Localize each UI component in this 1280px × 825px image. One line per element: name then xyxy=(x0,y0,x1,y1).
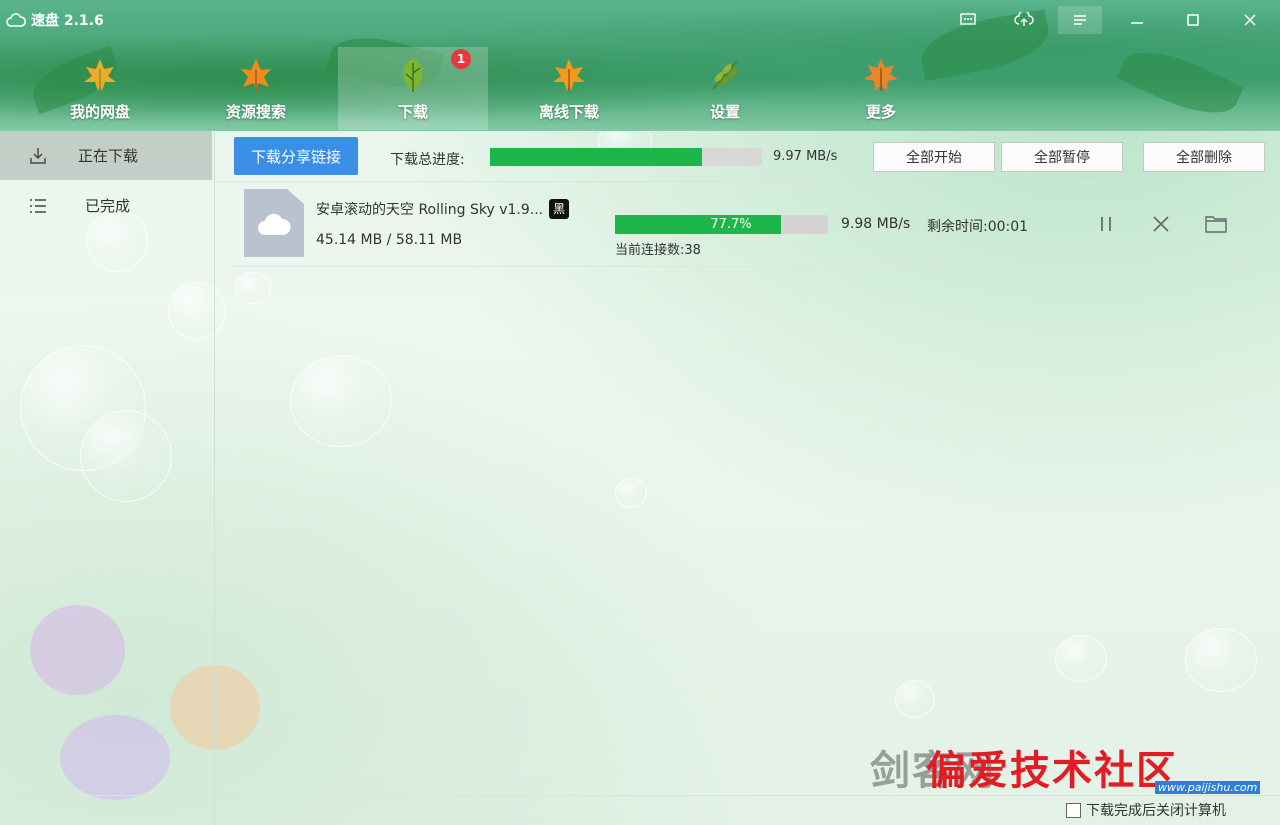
app-title: 速盘 2.1.6 xyxy=(6,10,104,30)
app-window: 速盘 2.1.6 我的网盘 资源搜索 1 下载 离线下载 设置 更多 正在下载 … xyxy=(0,0,1280,825)
close-icon xyxy=(1244,14,1256,26)
shutdown-checkbox-label[interactable]: 下载完成后关闭计算机 xyxy=(1086,800,1226,820)
delete-all-button[interactable]: 全部删除 xyxy=(1143,142,1265,172)
menu-icon xyxy=(1074,15,1086,25)
file-size: 45.14 MB / 58.11 MB xyxy=(316,232,463,248)
download-tray-icon xyxy=(30,147,46,164)
maple-leaf-icon xyxy=(84,59,116,91)
bubble-decoration xyxy=(1185,628,1257,692)
file-name-text: 安卓滚动的天空 Rolling Sky v1.9... xyxy=(316,202,544,218)
sidebar-item-label: 已完成 xyxy=(85,197,131,215)
maple-leaf-icon xyxy=(553,59,585,91)
tab-label: 下载 xyxy=(397,103,428,121)
header-bar: 速盘 2.1.6 我的网盘 资源搜索 1 下载 离线下载 设置 更多 xyxy=(0,0,1280,131)
fern-leaf-icon xyxy=(712,60,738,90)
sidebar-item-label: 正在下载 xyxy=(78,147,139,165)
message-icon xyxy=(960,13,976,25)
sidebar: 正在下载 已完成 xyxy=(0,131,215,825)
total-speed: 9.97 MB/s xyxy=(773,149,838,164)
minimize-icon xyxy=(1131,22,1143,24)
black-tag-icon: 黑 xyxy=(549,199,570,219)
close-icon xyxy=(1153,216,1169,232)
download-toolbar: 下载分享链接 下载总进度: 9.97 MB/s 全部开始 全部暂停 全部删除 xyxy=(215,131,1280,182)
tab-resource-search[interactable]: 资源搜索 xyxy=(181,47,331,130)
total-progress-bar xyxy=(490,148,762,166)
bubble-decoration xyxy=(895,680,935,718)
minimize-button[interactable] xyxy=(1115,6,1159,34)
autumn-leaf-icon xyxy=(864,59,898,91)
bubble-decoration xyxy=(615,478,647,508)
bubble-decoration xyxy=(235,272,271,304)
tab-offline-download[interactable]: 离线下载 xyxy=(494,47,644,130)
tab-label: 资源搜索 xyxy=(225,103,286,121)
watermark-url: www.paijishu.com xyxy=(1155,781,1261,794)
download-share-link-button[interactable]: 下载分享链接 xyxy=(234,137,358,175)
watermark-text-red: 偏爱技术社区 xyxy=(926,747,1178,794)
menu-button[interactable] xyxy=(1058,6,1102,34)
tab-settings[interactable]: 设置 xyxy=(650,47,800,130)
upload-icon xyxy=(1014,12,1034,26)
list-icon xyxy=(30,198,46,213)
download-progress-text: 77.7% xyxy=(710,217,752,232)
sidebar-item-completed[interactable]: 已完成 xyxy=(0,181,212,230)
tab-my-cloud[interactable]: 我的网盘 xyxy=(25,47,175,130)
close-window-button[interactable] xyxy=(1228,6,1272,34)
maximize-icon xyxy=(1187,14,1199,26)
start-all-button[interactable]: 全部开始 xyxy=(873,142,995,172)
download-count-badge: 1 xyxy=(451,49,471,69)
tab-download[interactable]: 1 下载 xyxy=(338,47,488,130)
green-leaf-icon xyxy=(403,58,423,92)
total-progress-fill xyxy=(490,148,703,166)
file-name: 安卓滚动的天空 Rolling Sky v1.9... 黑 xyxy=(316,199,570,219)
tab-label: 离线下载 xyxy=(538,103,599,121)
total-progress-label: 下载总进度: xyxy=(390,152,465,168)
cloud-icon xyxy=(6,13,26,27)
bubble-decoration xyxy=(290,355,392,447)
download-row[interactable]: 安卓滚动的天空 Rolling Sky v1.9... 黑 45.14 MB /… xyxy=(230,182,1266,267)
tab-label: 设置 xyxy=(709,103,740,121)
tab-label: 我的网盘 xyxy=(69,103,130,121)
delete-button[interactable] xyxy=(1149,212,1173,236)
sidebar-item-downloading[interactable]: 正在下载 xyxy=(0,131,212,180)
pause-button[interactable] xyxy=(1094,212,1118,236)
orange-leaf-icon xyxy=(241,59,271,92)
tab-label: 更多 xyxy=(865,103,896,121)
download-progress-bar: 77.7% xyxy=(615,215,828,234)
cloud-icon xyxy=(258,213,291,235)
folder-icon xyxy=(1205,216,1227,233)
message-button[interactable] xyxy=(946,6,990,34)
shutdown-checkbox[interactable] xyxy=(1066,803,1081,818)
pause-all-button[interactable]: 全部暂停 xyxy=(1001,142,1123,172)
app-title-text: 速盘 2.1.6 xyxy=(31,13,104,29)
bubble-decoration xyxy=(1055,635,1107,682)
upload-button[interactable] xyxy=(1002,6,1046,34)
pause-icon xyxy=(1101,217,1111,231)
download-speed: 9.98 MB/s xyxy=(841,216,911,232)
connection-count: 当前连接数:38 xyxy=(615,243,701,258)
open-folder-button[interactable] xyxy=(1204,212,1228,236)
file-icon xyxy=(244,189,304,257)
tab-more[interactable]: 更多 xyxy=(806,47,956,130)
maximize-button[interactable] xyxy=(1171,6,1215,34)
remaining-time: 剩余时间:00:01 xyxy=(927,219,1029,235)
